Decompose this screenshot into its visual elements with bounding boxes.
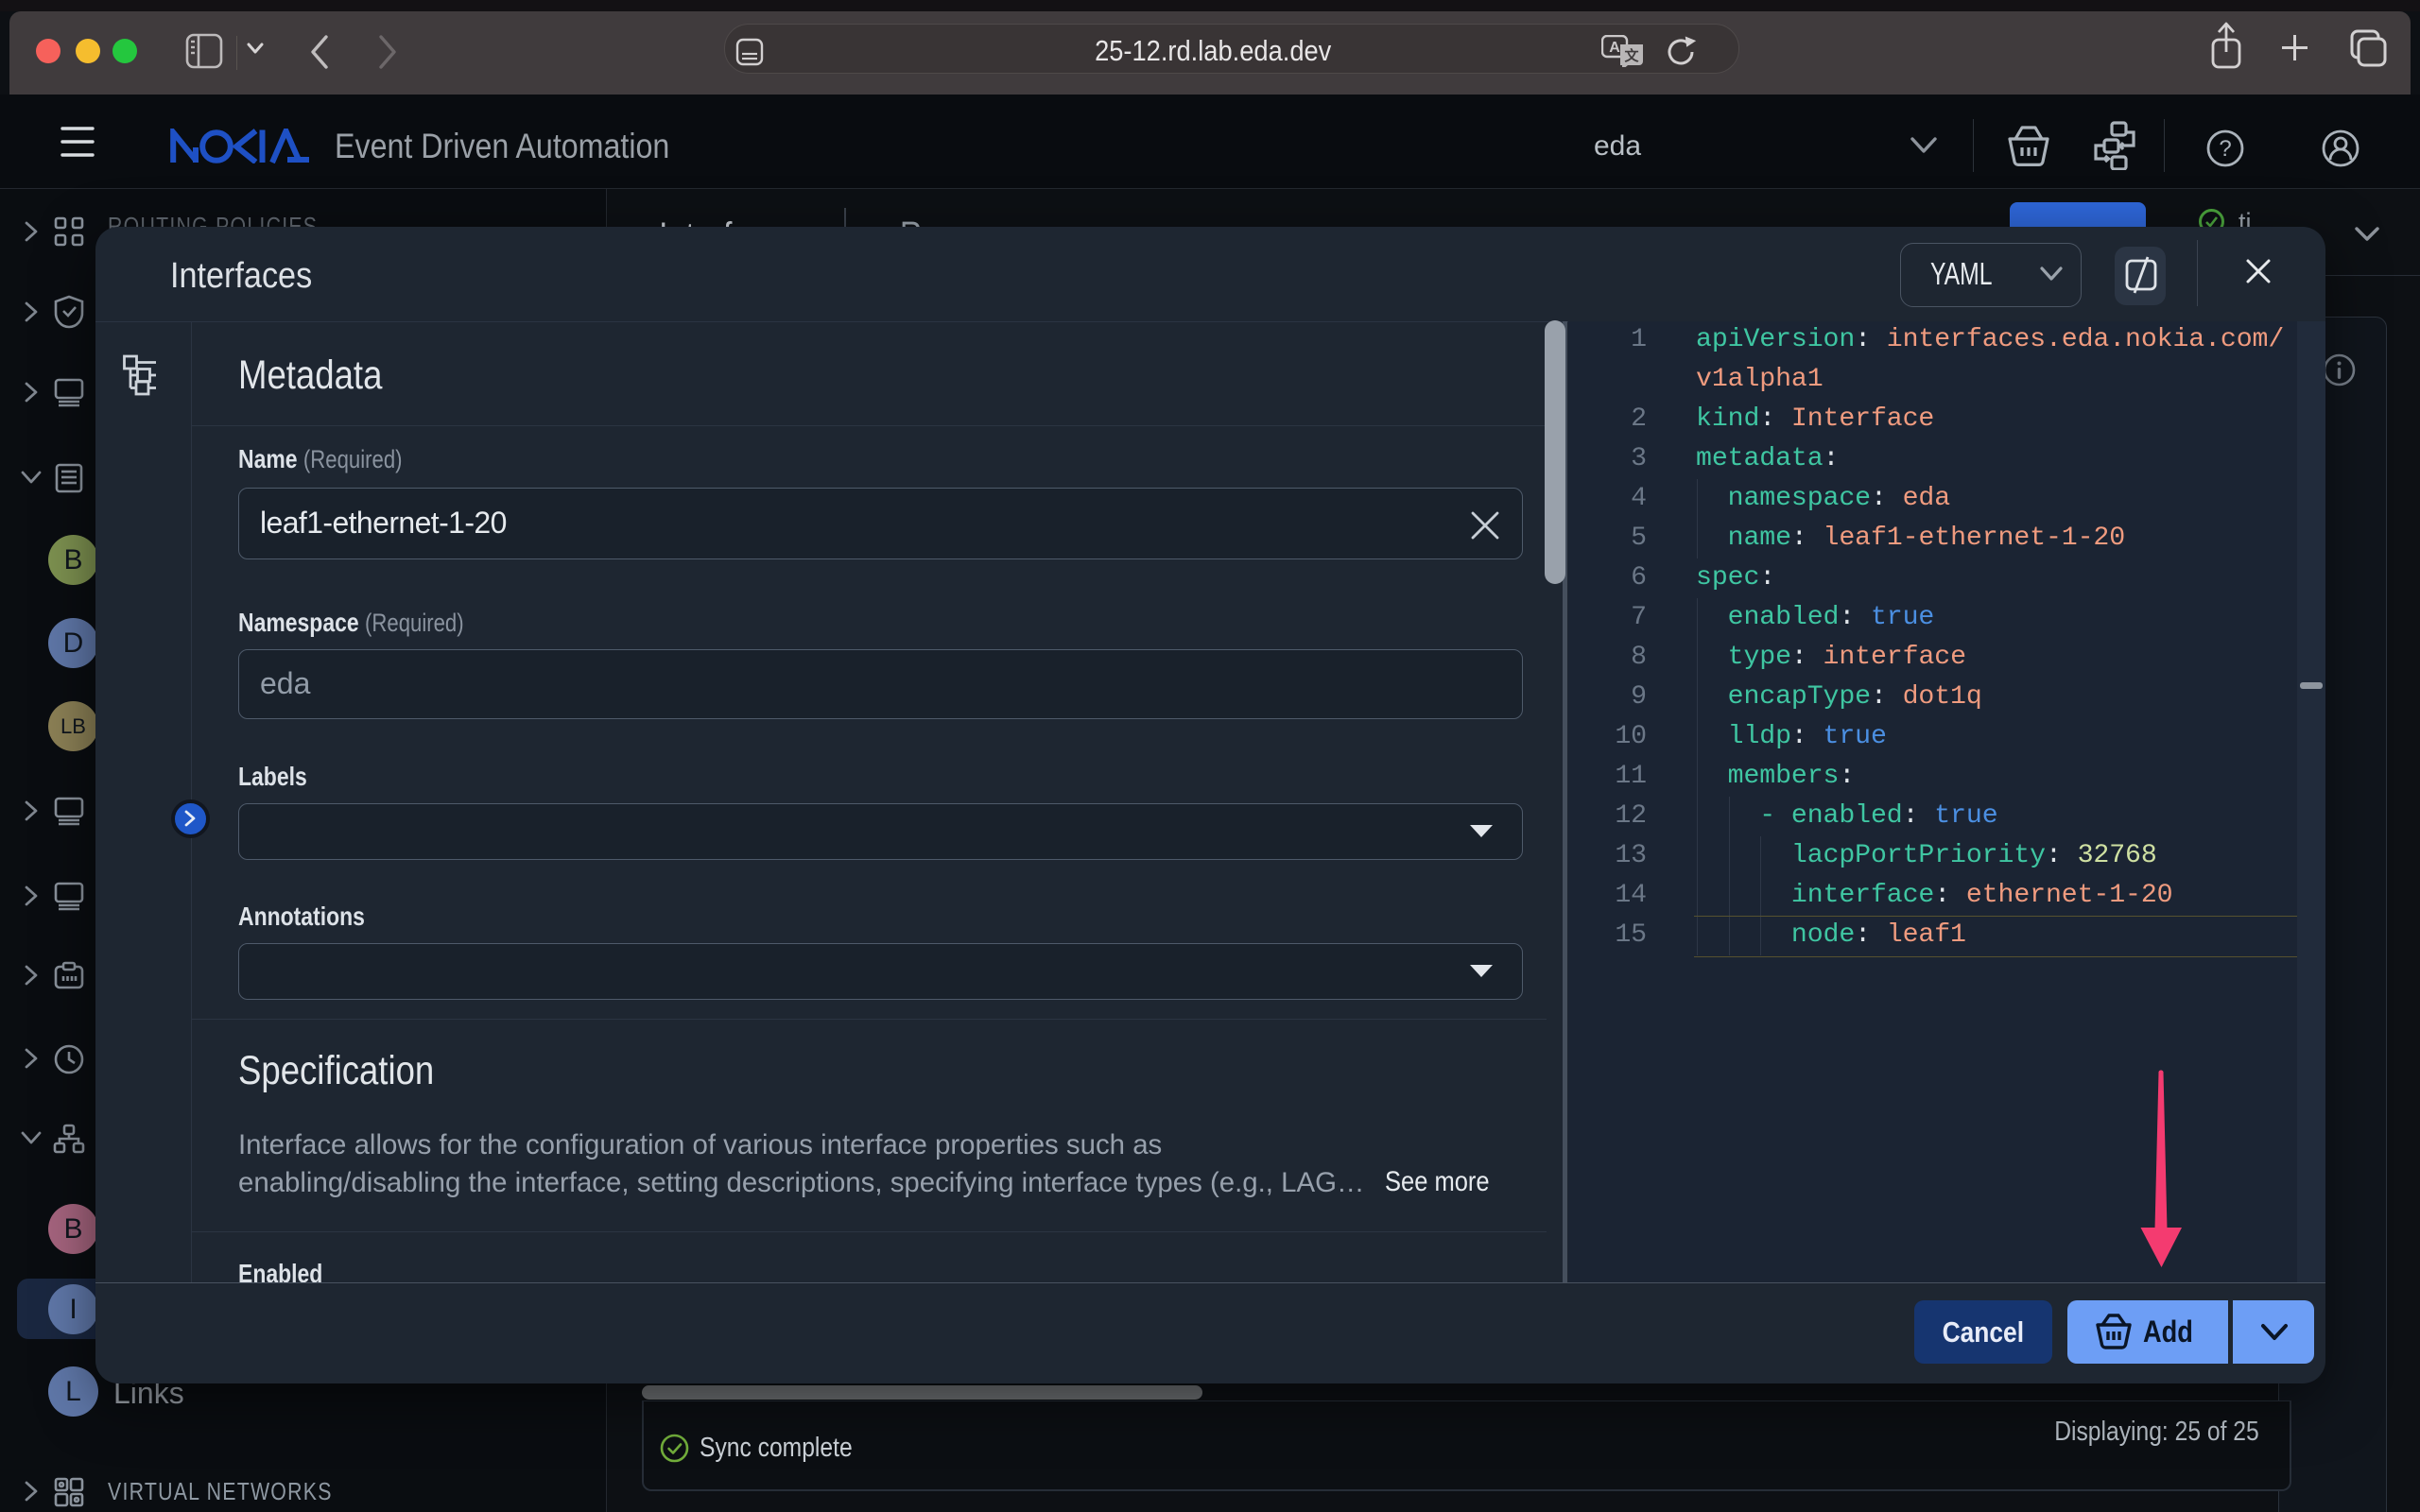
svg-text:?: ?: [2219, 136, 2231, 162]
svg-text:文: 文: [1624, 47, 1639, 64]
svg-text:A: A: [1609, 40, 1620, 56]
